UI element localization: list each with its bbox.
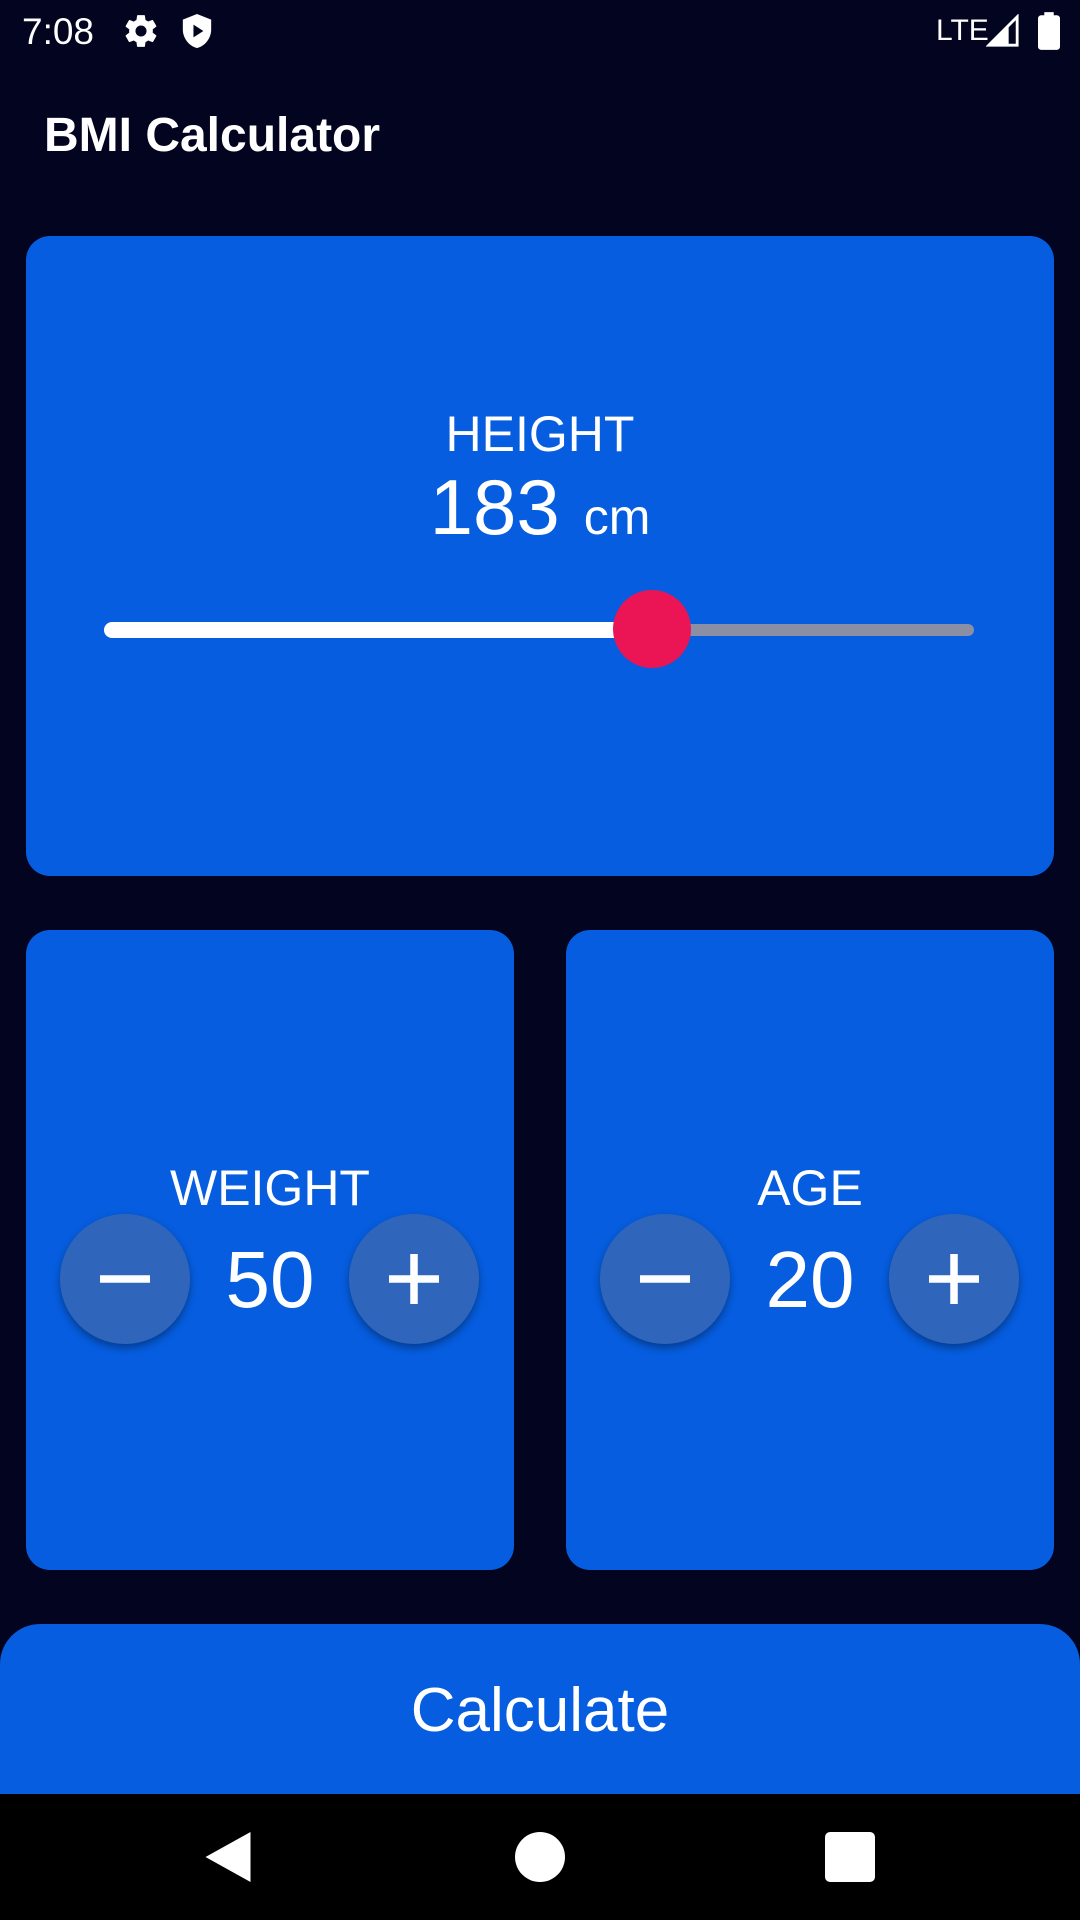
minus-icon — [640, 1275, 690, 1283]
signal-icon — [986, 14, 1019, 47]
weight-increment-button[interactable] — [349, 1214, 479, 1344]
weight-decrement-button[interactable] — [60, 1214, 190, 1344]
weight-label: WEIGHT — [170, 1160, 370, 1216]
weight-counter: 50 — [26, 1214, 514, 1346]
weight-card: WEIGHT 50 — [26, 930, 514, 1570]
gear-icon — [125, 15, 157, 47]
slider-active-track[interactable] — [104, 622, 653, 638]
height-unit: cm — [583, 489, 651, 545]
age-label: AGE — [757, 1160, 863, 1216]
plus-icon — [389, 1254, 439, 1304]
calculate-button-label: Calculate — [410, 1676, 670, 1745]
status-bar: 7:08 LTE — [0, 0, 1080, 64]
age-increment-button[interactable] — [889, 1214, 1019, 1344]
home-icon[interactable] — [510, 1827, 570, 1887]
slider-thumb[interactable] — [613, 590, 692, 668]
back-icon[interactable] — [198, 1827, 258, 1887]
weight-value: 50 — [225, 1235, 315, 1324]
height-card: HEIGHT 183 cm — [26, 236, 1054, 876]
app-title: BMI Calculator — [44, 109, 381, 162]
plus-icon — [929, 1254, 979, 1304]
age-value: 20 — [765, 1235, 855, 1324]
height-value: 183 — [429, 463, 560, 551]
recents-icon[interactable] — [820, 1827, 880, 1887]
calculate-button[interactable]: Calculate — [0, 1624, 1080, 1794]
minus-icon — [100, 1275, 150, 1283]
battery-icon — [1038, 12, 1060, 50]
shield-icon — [182, 14, 212, 48]
height-value-row: 183 cm — [26, 462, 1054, 575]
height-slider[interactable] — [104, 590, 974, 668]
age-decrement-button[interactable] — [600, 1214, 730, 1344]
height-label: HEIGHT — [445, 406, 635, 462]
age-counter: 20 — [566, 1214, 1054, 1346]
age-card: AGE 20 — [566, 930, 1054, 1570]
network-type: LTE — [936, 14, 989, 47]
status-time: 7:08 — [22, 11, 95, 52]
navigation-bar — [0, 1794, 1080, 1920]
